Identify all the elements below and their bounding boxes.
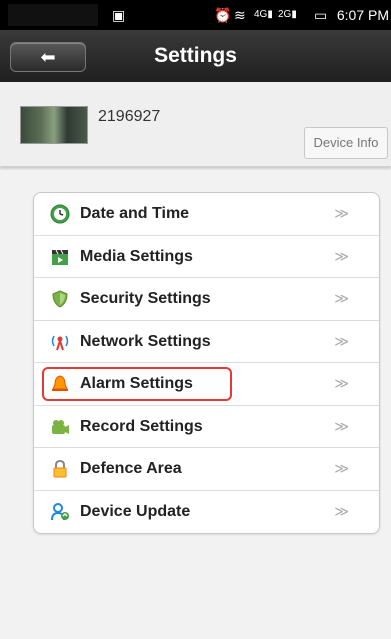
status-time: 6:07 PM (336, 7, 389, 23)
status-bar: ▣ ⏰ ≋ 4G▮ 2G▮ ▭ 6:07 PM (0, 0, 391, 30)
chevron-right-icon: ≫ (334, 502, 349, 519)
page-title: Settings (154, 44, 237, 67)
chevron-right-icon: ≫ (334, 205, 349, 221)
chevron-right-icon: ≫ (334, 247, 349, 264)
menu-item-record-settings[interactable]: Record Settings ≫ (34, 406, 379, 448)
menu-label: Defence Area (80, 460, 182, 477)
signal-2g-icon: 2G▮ (278, 9, 297, 20)
menu-item-security-settings[interactable]: Security Settings ≫ (34, 278, 379, 321)
shield-icon (50, 289, 70, 309)
menu-label: Network Settings (80, 332, 211, 350)
alarm-clock-icon: ⏰ (214, 7, 232, 23)
chevron-right-icon: ≫ (334, 375, 349, 391)
menu-item-alarm-settings[interactable]: Alarm Settings ≫ (34, 363, 379, 406)
menu-label: Device Update (80, 502, 191, 520)
menu-label: Date and Time (80, 205, 190, 222)
wifi-icon: ≋ (234, 7, 246, 23)
device-thumbnail[interactable] (20, 106, 88, 144)
clock-icon (50, 204, 70, 224)
menu-label: Alarm Settings (80, 375, 193, 392)
chevron-right-icon: ≫ (334, 290, 349, 306)
device-info-button[interactable]: Device Info (304, 127, 388, 159)
battery-icon: ▭ (314, 7, 328, 23)
menu-item-network-settings[interactable]: Network Settings ≫ (34, 321, 379, 363)
status-bar-redaction (8, 4, 98, 26)
user-update-icon (50, 502, 70, 522)
signal-4g-icon: 4G▮ (254, 9, 273, 20)
device-id: 2196927 (98, 108, 161, 125)
menu-label: Media Settings (80, 247, 193, 265)
menu-item-date-time[interactable]: Date and Time ≫ (34, 193, 379, 236)
chevron-right-icon: ≫ (334, 417, 349, 434)
camera-icon (50, 417, 70, 437)
bell-icon (50, 374, 70, 394)
settings-menu: Date and Time ≫ Media Settings ≫ Securit… (33, 192, 380, 534)
menu-item-defence-area[interactable]: Defence Area ≫ (34, 448, 379, 491)
image-notification-icon: ▣ (112, 7, 126, 23)
lock-icon (50, 459, 70, 479)
menu-label: Record Settings (80, 417, 203, 435)
chevron-right-icon: ≫ (334, 460, 349, 476)
app-header: ⬅ Settings (0, 30, 391, 83)
chevron-right-icon: ≫ (334, 332, 349, 349)
menu-label: Security Settings (80, 290, 211, 307)
antenna-icon (50, 332, 70, 352)
menu-item-device-update[interactable]: Device Update ≫ (34, 491, 379, 534)
menu-item-media-settings[interactable]: Media Settings ≫ (34, 236, 379, 278)
clapperboard-icon (50, 247, 70, 267)
